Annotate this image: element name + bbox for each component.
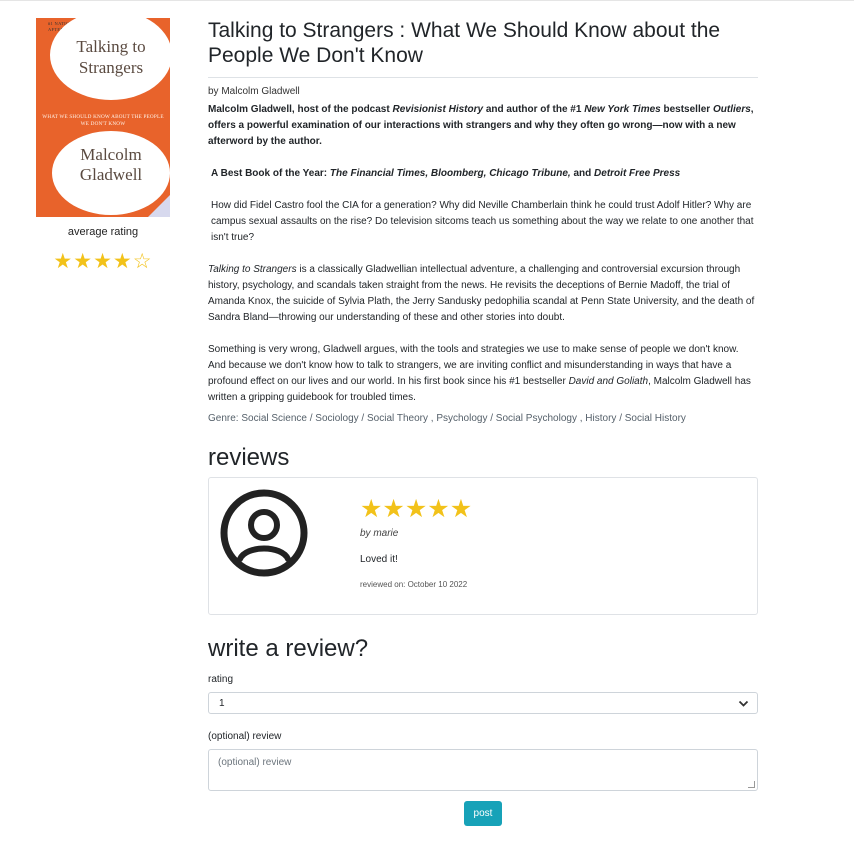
reviews-heading: reviews	[208, 444, 290, 471]
book-sidebar: #1 NATIONAL BESTSELLER · WITH A NEW AFTE…	[36, 18, 170, 274]
genre-link-social-psychology[interactable]: Social Psychology	[496, 413, 577, 424]
review-date: reviewed on: October 10 2022	[360, 580, 468, 589]
cover-page-fold	[148, 195, 170, 217]
star-filled-icon: ★	[112, 250, 133, 273]
review-author: by marie	[360, 528, 399, 539]
book-description: Malcolm Gladwell, host of the podcast Re…	[208, 102, 758, 406]
star-filled-icon: ★	[449, 495, 473, 523]
genre-list: Genre: Social Science / Sociology / Soci…	[208, 413, 686, 424]
cover-title-line2: Strangers	[78, 58, 144, 77]
star-filled-icon: ★	[382, 495, 405, 523]
star-filled-icon: ★	[404, 495, 428, 523]
cover-author-line2: Gladwell	[79, 165, 143, 184]
book-main: Talking to Strangers : What We Should Kn…	[208, 18, 758, 826]
cover-title-line1: Talking to	[76, 37, 146, 56]
description-paragraph: Something is very wrong, Gladwell argues…	[208, 344, 751, 403]
star-empty-icon: ☆	[132, 250, 153, 273]
review-textarea-placeholder: (optional) review	[218, 757, 292, 768]
review-rating-stars: ★★★★★	[360, 494, 472, 524]
review-textarea[interactable]: (optional) review	[208, 749, 758, 791]
description-paragraph: A Best Book of the Year: The Financial T…	[211, 168, 681, 179]
rating-select[interactable]: 1	[208, 692, 758, 714]
genre-link-psychology[interactable]: Psychology	[436, 413, 487, 424]
resize-handle-icon[interactable]	[748, 781, 755, 788]
post-button[interactable]: post	[463, 801, 503, 826]
star-filled-icon: ★	[360, 495, 383, 523]
rating-select-value: 1	[219, 698, 225, 709]
average-rating-label: average rating	[67, 226, 139, 238]
description-paragraph: Malcolm Gladwell, host of the podcast Re…	[208, 104, 754, 147]
review-field-label: (optional) review	[208, 731, 282, 742]
genre-link-social-science[interactable]: Social Science	[241, 413, 307, 424]
genre-link-history[interactable]: History	[585, 413, 616, 424]
book-author: by Malcolm Gladwell	[208, 86, 300, 97]
user-avatar-icon	[220, 489, 308, 577]
book-title: Talking to Strangers : What We Should Kn…	[208, 18, 758, 78]
review-text: Loved it!	[360, 554, 398, 565]
genre-link-social-theory[interactable]: Social Theory	[367, 413, 428, 424]
star-filled-icon: ★	[93, 250, 113, 273]
genre-link-sociology[interactable]: Sociology	[315, 413, 358, 424]
review-card: ★★★★★ by marie Loved it! reviewed on: Oc…	[208, 477, 758, 615]
star-filled-icon: ★	[73, 250, 94, 273]
chevron-down-icon	[738, 693, 749, 723]
genre-prefix: Genre:	[208, 413, 242, 424]
star-filled-icon: ★	[427, 495, 450, 523]
star-filled-icon: ★	[53, 250, 74, 273]
rating-label: rating	[208, 674, 234, 685]
cover-title-bubble: Talking to Strangers	[50, 18, 170, 100]
write-review-heading: write a review?	[208, 635, 369, 662]
genre-link-social-history[interactable]: Social History	[625, 413, 686, 424]
book-cover: #1 NATIONAL BESTSELLER · WITH A NEW AFTE…	[36, 18, 170, 217]
average-rating-stars: ★★★★☆	[36, 249, 170, 274]
review-body: ★★★★★ by marie Loved it! reviewed on: Oc…	[360, 494, 472, 589]
cover-subtitle: WHAT WE SHOULD KNOW ABOUT THE PEOPLE WE …	[42, 114, 164, 127]
description-paragraph: How did Fidel Castro fool the CIA for a …	[211, 200, 754, 243]
post-button-wrap: post	[208, 801, 758, 826]
description-paragraph: Talking to Strangers is a classically Gl…	[208, 264, 755, 323]
cover-author-line1: Malcolm	[80, 145, 142, 164]
